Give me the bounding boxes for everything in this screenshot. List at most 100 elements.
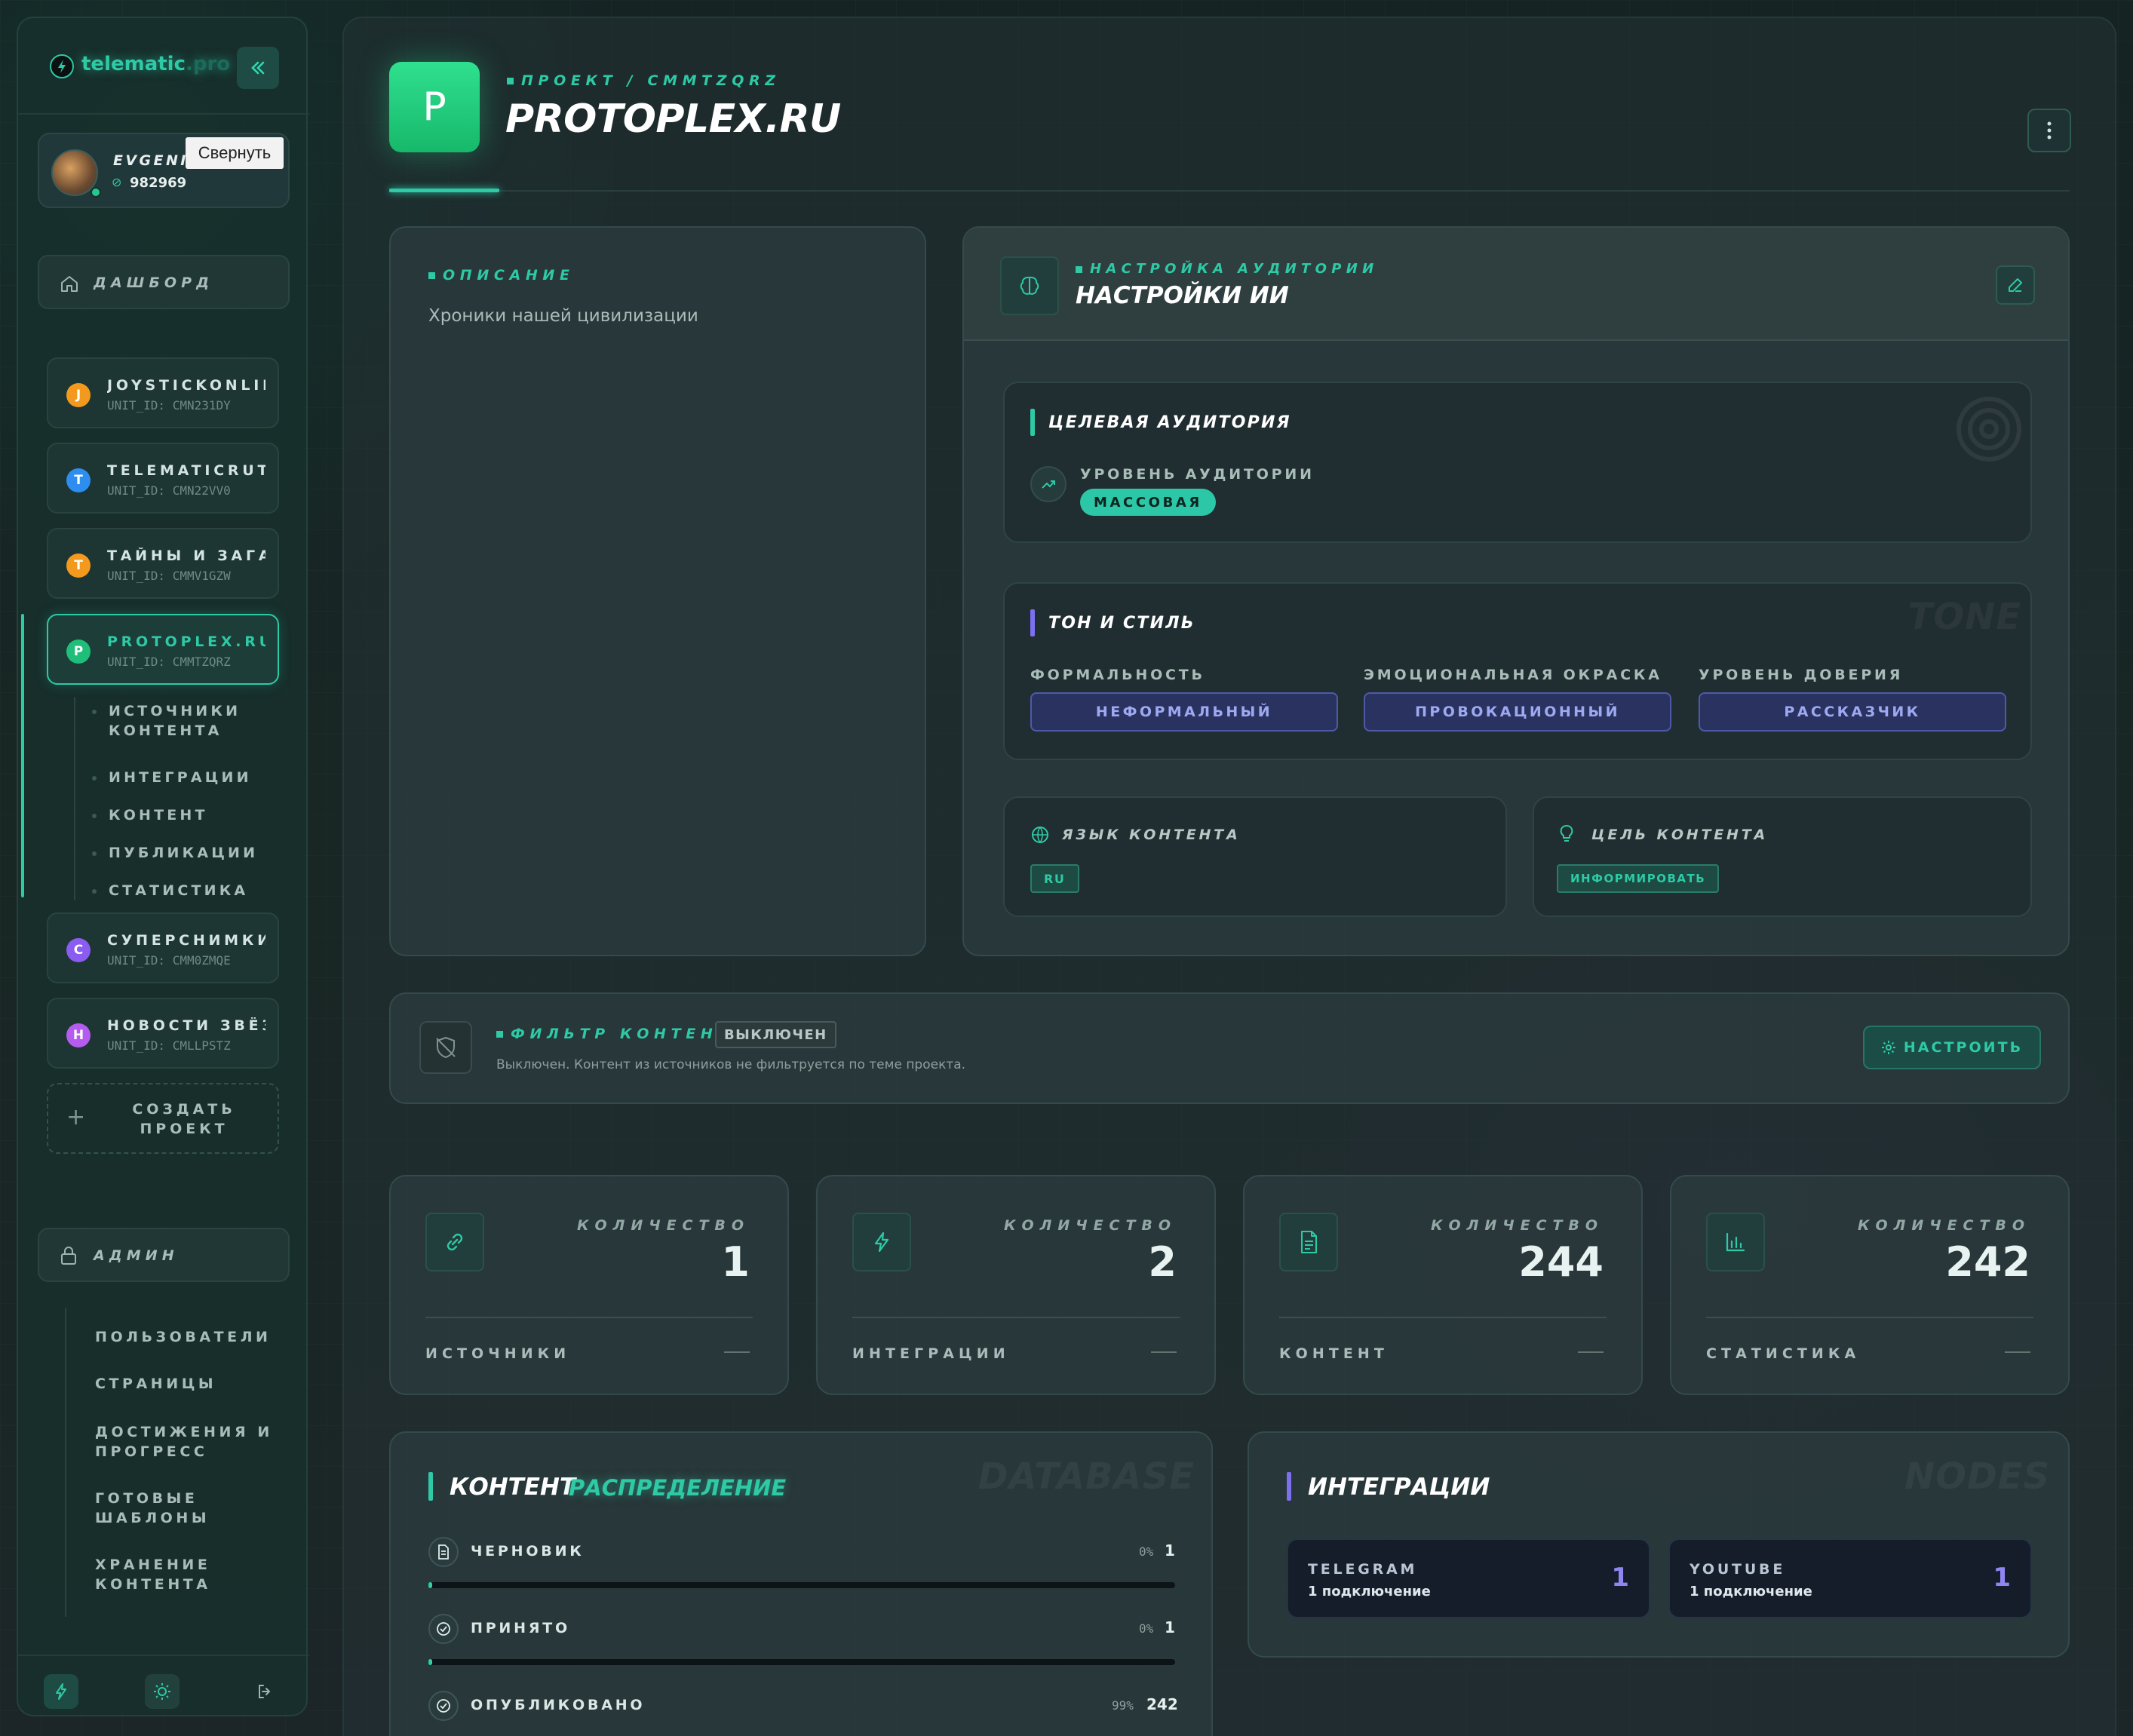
integration-telegram[interactable]: TELEGRAM 1 подключение 1 — [1287, 1538, 1650, 1618]
project-item-novosti[interactable]: Н НОВОСТИ ЗВЁЗД UNIT_ID: CMLLPSTZ — [47, 998, 279, 1069]
description-panel: ОПИСАНИЕ Хроники нашей цивилизации — [389, 226, 926, 956]
nav-dashboard-label: ДАШБОРД — [94, 275, 214, 291]
header-underline-accent — [389, 189, 499, 192]
stat-divider — [1706, 1317, 2033, 1318]
integration-name: TELEGRAM — [1308, 1561, 1418, 1578]
home-icon — [61, 276, 78, 292]
document-icon — [428, 1537, 459, 1567]
project-item-telematicru[interactable]: T TELEMATICRUTO UNIT_ID: CMN22VV0 — [47, 443, 279, 514]
submenu-statistics[interactable]: СТАТИСТИКА — [91, 881, 248, 900]
integration-name: YOUTUBE — [1690, 1561, 1786, 1578]
tone-panel: ТОН И СТИЛЬ TONE ФОРМАЛЬНОСТЬ НЕФОРМАЛЬН… — [1003, 582, 2032, 760]
submenu-sources[interactable]: ИСТОЧНИКИ КОНТЕНТА — [91, 701, 241, 741]
project-avatar: P — [66, 639, 91, 664]
content-row-label: ЧЕРНОВИК — [471, 1543, 585, 1560]
admin-item-storage[interactable]: ХРАНЕНИЕ КОНТЕНТА — [95, 1555, 211, 1594]
stat-card-statistics[interactable]: КОЛИЧЕСТВО 242 СТАТИСТИКА — [1670, 1175, 2070, 1395]
content-filter-panel: ФИЛЬТР КОНТЕНТА ВЫКЛЮЧЕН Выключен. Конте… — [389, 992, 2070, 1104]
stat-card-sources[interactable]: КОЛИЧЕСТВО 1 ИСТОЧНИКИ — [389, 1175, 789, 1395]
submenu-content[interactable]: КОНТЕНТ — [92, 805, 208, 825]
emotion-label: ЭМОЦИОНАЛЬНАЯ ОКРАСКА — [1364, 667, 1662, 683]
shield-off-icon — [419, 1021, 472, 1074]
project-item-joystickonline[interactable]: J JOYSTICKONLIN UNIT_ID: CMN231DY — [47, 357, 279, 428]
stat-divider — [852, 1317, 1180, 1318]
submenu-integrations[interactable]: ИНТЕГРАЦИИ — [92, 768, 252, 787]
theme-toggle-button[interactable] — [145, 1674, 180, 1709]
project-avatar: T — [66, 468, 91, 492]
integration-sub: 1 подключение — [1308, 1584, 1431, 1600]
sidebar-header: telematic.pro — [18, 18, 309, 115]
check-circle-icon — [428, 1691, 459, 1721]
project-name: PROTOPLEX.RU — [107, 633, 265, 650]
project-name: JOYSTICKONLIN — [107, 377, 265, 394]
project-avatar: Н — [66, 1023, 91, 1047]
collapse-sidebar-button[interactable] — [237, 47, 279, 89]
stat-divider — [425, 1317, 753, 1318]
project-avatar: С — [66, 938, 91, 962]
project-name: TELEMATICRUTO — [107, 462, 265, 479]
stat-name: ИСТОЧНИКИ — [425, 1345, 571, 1362]
stat-dash — [2005, 1351, 2030, 1353]
brand-name[interactable]: telematic.pro — [81, 53, 230, 75]
target-icon — [1957, 397, 2021, 462]
emotion-value-button[interactable]: ПРОВОКАЦИОННЫЙ — [1364, 692, 1671, 732]
filter-description: Выключен. Контент из источников не фильт… — [496, 1057, 966, 1072]
formality-label: ФОРМАЛЬНОСТЬ — [1030, 667, 1205, 683]
stat-name: СТАТИСТИКА — [1706, 1345, 1861, 1362]
bar-chart-icon — [1706, 1213, 1765, 1271]
admin-item-users[interactable]: ПОЛЬЗОВАТЕЛИ — [95, 1327, 272, 1347]
project-item-supersnimki[interactable]: С СУПЕРСНИМКИ UNIT_ID: CMM0ZMQE — [47, 912, 279, 983]
description-tag: ОПИСАНИЕ — [428, 267, 575, 284]
integration-youtube[interactable]: YOUTUBE 1 подключение 1 — [1668, 1538, 2032, 1618]
trust-value-button[interactable]: РАССКАЗЧИК — [1699, 692, 2006, 732]
project-avatar: J — [66, 383, 91, 407]
brand-logo-icon — [50, 54, 74, 78]
project-name: СУПЕРСНИМКИ — [107, 932, 265, 949]
project-name: НОВОСТИ ЗВЁЗД — [107, 1017, 265, 1034]
stat-kicker: КОЛИЧЕСТВО — [1430, 1217, 1604, 1234]
accent-bar — [1030, 609, 1035, 636]
create-project-button[interactable]: + СОЗДАТЬ ПРОЕКТ — [47, 1083, 279, 1154]
nav-dashboard[interactable]: ДАШБОРД — [38, 255, 290, 309]
stat-card-integrations[interactable]: КОЛИЧЕСТВО 2 ИНТЕГРАЦИИ — [816, 1175, 1216, 1395]
admin-item-templates[interactable]: ГОТОВЫЕ ШАБЛОНЫ — [95, 1489, 210, 1528]
submenu-line — [74, 697, 75, 900]
project-avatar: T — [66, 554, 91, 578]
globe-icon — [1032, 827, 1048, 843]
project-item-tainy[interactable]: T ТАЙНЫ И ЗАГАДК UNIT_ID: CMMV1GZW — [47, 528, 279, 599]
integration-count: 1 — [1611, 1563, 1629, 1593]
logout-button[interactable] — [247, 1674, 282, 1709]
admin-item-achievements[interactable]: ДОСТИЖЕНИЯ И ПРОГРЕСС — [95, 1422, 273, 1461]
lightning-icon — [56, 1683, 66, 1700]
project-item-protoplex-active[interactable]: P PROTOPLEX.RU UNIT_ID: CMMTZQRZ — [47, 614, 279, 685]
content-row-percent: 0% — [1139, 1544, 1154, 1559]
formality-value-button[interactable]: НЕФОРМАЛЬНЫЙ — [1030, 692, 1338, 732]
collapse-tooltip: Свернуть — [186, 137, 284, 169]
lightning-button[interactable] — [44, 1674, 78, 1709]
integrations-watermark: NODES — [1904, 1455, 2050, 1498]
integrations-title: ИНТЕГРАЦИИ — [1308, 1474, 1490, 1501]
nav-admin[interactable]: АДМИН — [38, 1228, 290, 1282]
configure-filter-button[interactable]: НАСТРОИТЬ — [1863, 1026, 2041, 1069]
edit-ai-settings-button[interactable] — [1996, 265, 2035, 305]
online-status-dot — [91, 187, 101, 198]
more-options-button[interactable] — [2027, 109, 2071, 152]
stat-kicker: КОЛИЧЕСТВО — [576, 1217, 750, 1234]
stat-kicker: КОЛИЧЕСТВО — [1003, 1217, 1177, 1234]
stat-value: 242 — [1945, 1238, 2030, 1286]
page-title: PROTOPLEX.RU — [505, 97, 841, 142]
lock-icon — [61, 1247, 76, 1265]
submenu-publications[interactable]: ПУБЛИКАЦИИ — [91, 843, 258, 863]
stat-card-content[interactable]: КОЛИЧЕСТВО 244 КОНТЕНТ — [1243, 1175, 1643, 1395]
audience-panel: ЦЕЛЕВАЯ АУДИТОРИЯ УРОВЕНЬ АУДИТОРИИ МАСС… — [1003, 382, 2032, 543]
project-avatar-large: P — [389, 62, 480, 152]
accent-bar — [1030, 409, 1035, 436]
create-project-label: СОЗДАТЬ ПРОЕКТ — [132, 1101, 236, 1137]
audience-title: ЦЕЛЕВАЯ АУДИТОРИЯ — [1048, 413, 1291, 432]
header-divider — [389, 190, 2070, 192]
admin-submenu-line — [65, 1308, 66, 1617]
sidebar-footer-divider — [18, 1655, 309, 1656]
admin-item-pages[interactable]: СТРАНИЦЫ — [95, 1374, 216, 1394]
filter-tag: ФИЛЬТР КОНТЕНТА — [496, 1026, 748, 1042]
content-row-progress-fill — [428, 1582, 432, 1588]
